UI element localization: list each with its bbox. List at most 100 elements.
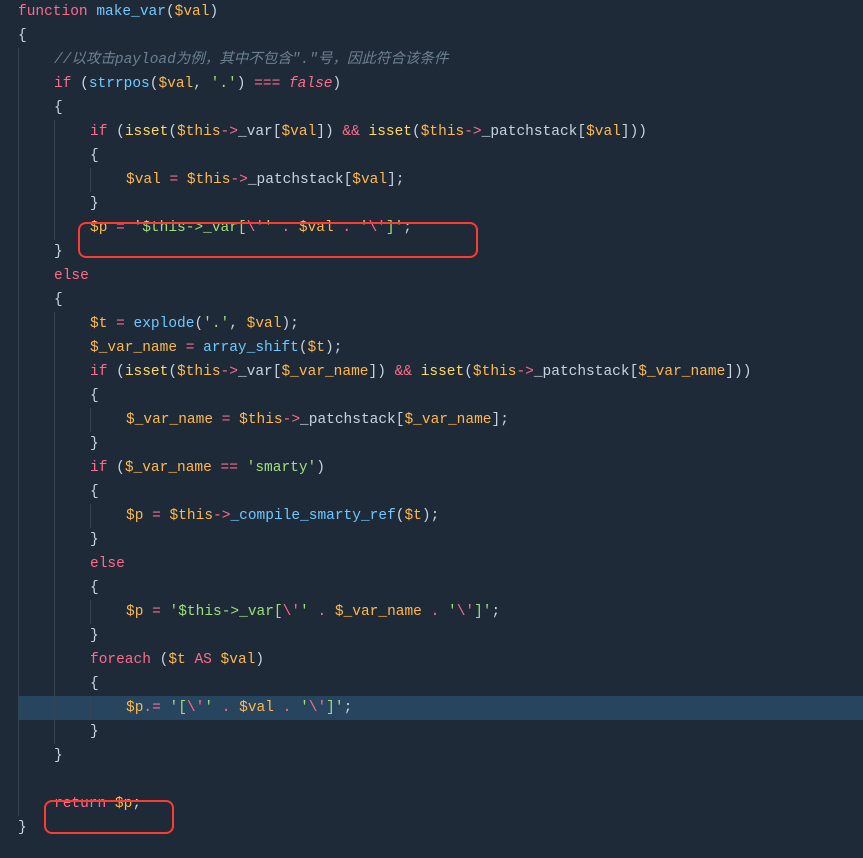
token-punc: ) (281, 316, 290, 332)
token-sp (178, 172, 187, 188)
token-var: $p (90, 220, 107, 236)
token-punc: ; (344, 700, 353, 716)
code-line[interactable]: $p = $this->_compile_smarty_ref($t); (18, 504, 863, 528)
code-line[interactable]: if (isset($this->_var[$val]) && isset($t… (18, 120, 863, 144)
code-editor[interactable]: function make_var($val) { //以攻击payload为例，其… (0, 0, 863, 840)
token-prop: _patchstack (534, 364, 630, 380)
code-line[interactable]: $p = '$this->_var[\'' . $_var_name . '\'… (18, 600, 863, 624)
token-op: . (342, 220, 351, 236)
code-line[interactable]: $_var_name = $this->_patchstack[$_var_na… (18, 408, 863, 432)
token-punc: ( (80, 76, 89, 92)
code-line[interactable]: $_var_name = array_shift($t); (18, 336, 863, 360)
token-punc: } (54, 748, 63, 764)
token-punc: ; (396, 172, 405, 188)
token-punc: ( (194, 316, 203, 332)
code-line[interactable]: { (18, 576, 863, 600)
code-line[interactable]: { (18, 144, 863, 168)
token-punc: { (54, 100, 63, 116)
token-sp (107, 220, 116, 236)
token-sp (213, 700, 222, 716)
token-var: $val (352, 172, 387, 188)
token-var: $t (168, 652, 185, 668)
token-punc: [ (630, 364, 639, 380)
token-sp (238, 316, 247, 332)
indent-guide (18, 384, 54, 408)
code-line[interactable]: if (strrpos($val, '.') === false) (18, 72, 863, 96)
token-prop: _patchstack (482, 124, 578, 140)
code-line[interactable]: { (18, 384, 863, 408)
code-line[interactable]: } (18, 432, 863, 456)
token-kw: if (90, 364, 107, 380)
code-line[interactable]: } (18, 192, 863, 216)
token-esc: \' (368, 220, 385, 236)
code-line[interactable]: { (18, 96, 863, 120)
token-punc: { (54, 292, 63, 308)
code-line[interactable]: if ($_var_name == 'smarty') (18, 456, 863, 480)
code-line[interactable]: { (18, 24, 863, 48)
token-str: ' (448, 604, 457, 620)
token-str: ' (300, 604, 309, 620)
indent-guide (18, 72, 54, 96)
token-punc: ] (725, 364, 734, 380)
token-str: ' (264, 220, 273, 236)
indent-guide (90, 504, 126, 528)
token-op: && (395, 364, 412, 380)
token-op: = (152, 604, 161, 620)
code-line[interactable]: if (isset($this->_var[$_var_name]) && is… (18, 360, 863, 384)
code-line[interactable]: foreach ($t AS $val) (18, 648, 863, 672)
token-str: '[ (170, 700, 187, 716)
token-sp (143, 604, 152, 620)
token-sp (439, 604, 448, 620)
token-var: $this (473, 364, 517, 380)
token-sp (151, 652, 160, 668)
code-line[interactable]: } (18, 744, 863, 768)
code-line[interactable]: $p.= '[\'' . $val . '\']'; (18, 696, 863, 720)
indent-guide (18, 96, 54, 120)
token-var: $val (586, 124, 621, 140)
code-line[interactable]: $p = '$this->_var[\'' . $val . '\']'; (18, 216, 863, 240)
code-line[interactable]: { (18, 288, 863, 312)
indent-guide (54, 384, 90, 408)
indent-guide (54, 528, 90, 552)
token-sp (71, 76, 80, 92)
code-line[interactable]: //以攻击payload为例，其中不包含"."号，因此符合该条件 (18, 48, 863, 72)
token-nameY: isset (421, 364, 465, 380)
code-line[interactable]: { (18, 480, 863, 504)
token-op: -> (230, 172, 247, 188)
indent-guide (54, 504, 90, 528)
indent-guide (18, 360, 54, 384)
token-sp (107, 316, 116, 332)
code-line[interactable]: } (18, 240, 863, 264)
code-line[interactable]: } (18, 528, 863, 552)
token-sp (230, 412, 239, 428)
token-punc: ) (209, 4, 218, 20)
token-name: _compile_smarty_ref (230, 508, 395, 524)
token-op: -> (221, 124, 238, 140)
indent-guide (90, 168, 126, 192)
token-kw: return (54, 796, 106, 812)
indent-guide (90, 696, 126, 720)
token-var: $t (308, 340, 325, 356)
code-line[interactable]: $val = $this->_patchstack[$val]; (18, 168, 863, 192)
code-line[interactable]: $t = explode('.', $val); (18, 312, 863, 336)
indent-guide (54, 696, 90, 720)
token-var: $val (126, 172, 161, 188)
token-sp (230, 700, 239, 716)
token-punc: { (18, 28, 27, 44)
code-line[interactable]: } (18, 816, 863, 840)
code-line[interactable]: { (18, 672, 863, 696)
code-line[interactable]: return $p; (18, 792, 863, 816)
indent-guide (54, 120, 90, 144)
code-line[interactable]: else (18, 552, 863, 576)
code-line[interactable]: else (18, 264, 863, 288)
token-kw: function (18, 4, 88, 20)
token-punc: ) (422, 508, 431, 524)
token-str: ]' (386, 220, 403, 236)
code-line[interactable] (18, 768, 863, 792)
code-line[interactable]: } (18, 624, 863, 648)
indent-guide (18, 528, 54, 552)
code-line[interactable]: } (18, 720, 863, 744)
indent-guide (18, 288, 54, 312)
code-line[interactable]: function make_var($val) (18, 0, 863, 24)
token-nameY: isset (369, 124, 413, 140)
